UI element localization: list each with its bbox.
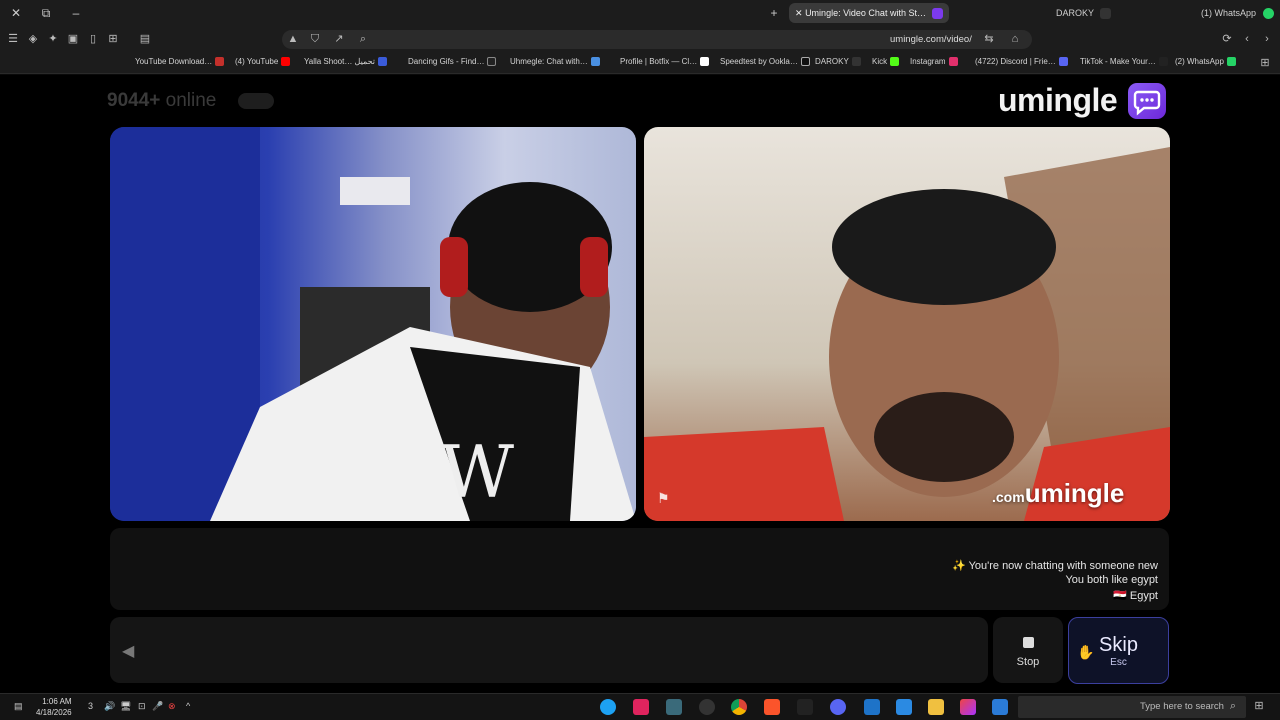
bookmark-uhmegle[interactable]: Uhmegle: Chat with… (510, 57, 600, 67)
bookmark-youtube-download[interactable]: YouTube Download… (135, 57, 225, 67)
app-icon-3[interactable] (666, 699, 682, 715)
rewards-icon[interactable]: ▲ (286, 32, 300, 46)
mail-icon[interactable] (864, 699, 880, 715)
online-label: online (165, 90, 217, 111)
discord-icon[interactable] (830, 699, 846, 715)
logo-text: umingle (998, 82, 1118, 118)
whatsapp-favicon (1262, 8, 1274, 20)
system-message-new-chat: ✨ You're now chatting with someone new (952, 560, 1158, 572)
taskbar-search-placeholder: Type here to search (1140, 701, 1224, 712)
umingle-watermark: .comumingle (992, 478, 1125, 508)
site-settings-icon[interactable]: ⇆ (982, 32, 996, 46)
tabs-icon[interactable]: ▤ (138, 32, 152, 46)
sidebar-icon[interactable]: ▯ (86, 32, 100, 46)
umingle-favicon (932, 8, 944, 20)
zoom-icon[interactable]: ⌕ (356, 32, 370, 46)
bookmark-daroky[interactable]: DAROKY (815, 57, 861, 67)
stop-icon (1022, 637, 1034, 648)
daroky-favicon (1100, 8, 1112, 20)
start-icon[interactable]: ⊞ (1252, 699, 1266, 713)
bookmark-instagram[interactable]: Instagram (910, 57, 958, 67)
bookmark-dancing-gifs[interactable]: Dancing Gifs - Find… (408, 57, 497, 67)
camera-icon[interactable]: ⊡ (138, 701, 146, 712)
system-message-interest: You both like egypt (1065, 574, 1158, 586)
tab-umingle[interactable]: ✕ Umingle: Video Chat with St… (789, 3, 949, 23)
app-icon-1[interactable] (992, 699, 1008, 715)
forward-icon[interactable]: › (1260, 32, 1274, 46)
steam-icon[interactable] (699, 699, 715, 715)
send-icon[interactable]: ◀ (122, 641, 134, 661)
close-window-icon[interactable]: ✕ (6, 4, 26, 22)
bookmark-kick[interactable]: Kick (872, 57, 900, 67)
minimize-window-icon[interactable]: – (66, 4, 86, 22)
notification-count: 3 (88, 701, 94, 711)
tab-whatsapp[interactable]: (1) WhatsApp (1195, 3, 1280, 23)
back-icon[interactable]: ‹ (1240, 32, 1254, 46)
svg-text:W: W (440, 430, 514, 514)
shield-icon[interactable]: ◈ (26, 32, 40, 46)
url-text: umingle.com/video/ (890, 34, 972, 45)
apps-icon[interactable]: ⊞ (1258, 56, 1272, 70)
app-icon-5[interactable] (600, 699, 616, 715)
app-icon-4[interactable] (633, 699, 649, 715)
brave-icon[interactable] (764, 699, 780, 715)
store-icon[interactable] (896, 699, 912, 715)
bookmark-youtube[interactable]: (4) YouTube (235, 57, 291, 67)
stop-button[interactable]: Stop (993, 617, 1063, 683)
extensions-icon[interactable]: ✦ (46, 32, 60, 46)
hand-cursor-icon: ✋ (1077, 644, 1095, 660)
report-flag-icon[interactable]: ⚑ (657, 490, 670, 507)
online-counter: 9044+ online (107, 90, 216, 112)
network-icon[interactable]: 🖥 (120, 701, 131, 712)
search-icon: ⌕ (1229, 700, 1237, 712)
bookmark-discord[interactable]: (4722) Discord | Frie… (975, 57, 1068, 67)
local-video: W (110, 127, 636, 521)
brave-shield-icon[interactable]: ⛉ (308, 32, 322, 46)
reload-icon[interactable]: ⟳ (1220, 32, 1234, 46)
message-input[interactable] (110, 617, 988, 683)
tab-daroky[interactable]: DAROKY (1050, 3, 1117, 23)
bookmark-tiktok[interactable]: TikTok - Make Your… (1080, 57, 1168, 67)
bookmark-speedtest[interactable]: Speedtest by Ookla… (720, 57, 810, 67)
volume-icon[interactable]: 🔊 (104, 701, 115, 712)
screenshot-icon[interactable]: ▣ (66, 32, 80, 46)
menu-icon[interactable]: ☰ (6, 32, 20, 46)
wallet-icon[interactable]: ⊞ (106, 32, 120, 46)
bookmark-icon[interactable]: ⌂ (1008, 32, 1022, 46)
mic-icon[interactable]: 🎤 (152, 701, 163, 712)
new-tab-icon[interactable]: + (764, 4, 784, 22)
chat-bubble-logo-icon (1128, 83, 1166, 119)
file-explorer-icon[interactable] (928, 699, 944, 715)
app-icon-2[interactable] (960, 699, 976, 715)
bookmark-whatsapp[interactable]: (2) WhatsApp (1175, 57, 1236, 67)
notifications-icon[interactable]: ▤ (14, 701, 23, 712)
tray-app-icon[interactable]: ⊗ (168, 701, 176, 712)
remote-video (644, 127, 1170, 521)
clock[interactable]: 1:06 AM 4/18/2026 (36, 696, 72, 718)
bookmark-yalla-shoot[interactable]: Yalla Shoot… تحميل (304, 57, 388, 67)
tray-expand-icon[interactable]: ^ (186, 701, 190, 711)
chrome-icon[interactable] (731, 699, 747, 715)
online-toggle[interactable] (238, 93, 274, 109)
audio-app-icon[interactable] (797, 699, 813, 715)
online-count: 9044+ (107, 90, 161, 111)
bookmark-botfix[interactable]: Profile | Botfix — Cl… (620, 57, 710, 67)
share-icon[interactable]: ↗ (332, 32, 346, 46)
close-tab-icon[interactable]: ✕ (795, 8, 803, 18)
restore-window-icon[interactable]: ⧉ (36, 4, 56, 22)
system-message-country: 🇪🇬 Egypt (1113, 590, 1158, 602)
